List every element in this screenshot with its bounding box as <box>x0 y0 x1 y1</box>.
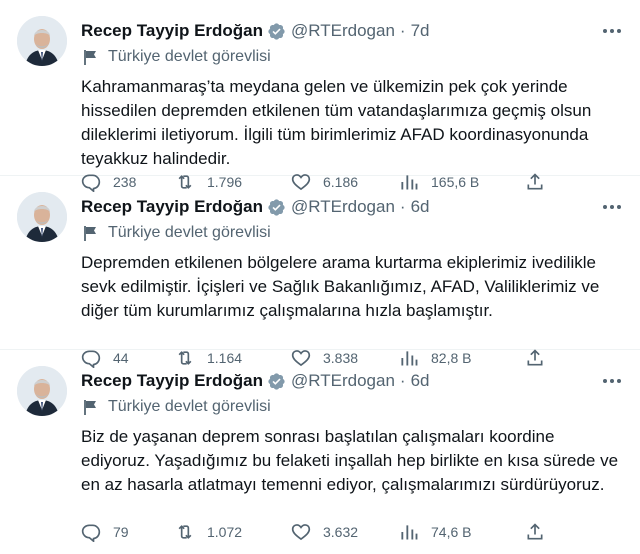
view-count: 74,6 B <box>431 524 472 540</box>
tweet[interactable]: Recep Tayyip Erdoğan @RTErdogan · 7d Tür… <box>0 0 640 192</box>
author-handle[interactable]: @RTErdogan <box>291 370 395 392</box>
share-icon <box>527 523 543 540</box>
views-button[interactable]: 74,6 B <box>399 522 525 542</box>
retweet-icon <box>178 525 192 539</box>
tweet-text: Depremden etkilenen bölgelere arama kurt… <box>81 253 600 320</box>
more-options-button[interactable] <box>600 198 624 216</box>
tweet-time[interactable]: 6d <box>411 196 430 218</box>
avatar[interactable] <box>17 366 67 416</box>
tweet-text: Kahramanmaraş’ta meydana gelen ve ülkemi… <box>81 77 592 168</box>
flag-icon <box>84 400 96 415</box>
like-count: 3.632 <box>323 524 359 540</box>
dot-separator: · <box>399 197 406 216</box>
share-button[interactable] <box>525 522 545 542</box>
affiliation-label-text: Türkiye devlet görevlisi <box>108 224 271 241</box>
more-options-button[interactable] <box>600 372 624 390</box>
affiliation-label[interactable]: Türkiye devlet görevlisi <box>81 224 271 242</box>
author-name[interactable]: Recep Tayyip Erdoğan <box>81 196 263 218</box>
affiliation-label-text: Türkiye devlet görevlisi <box>108 398 271 415</box>
like-icon <box>291 524 311 541</box>
more-icon <box>603 205 621 209</box>
tweet-header: Recep Tayyip Erdoğan @RTErdogan · 6d <box>81 196 430 218</box>
tweet[interactable]: Recep Tayyip Erdoğan @RTErdogan · 6d Tür… <box>0 176 640 368</box>
avatar[interactable] <box>17 192 67 242</box>
affiliation-label[interactable]: Türkiye devlet görevlisi <box>81 398 271 416</box>
avatar[interactable] <box>17 16 67 66</box>
author-handle[interactable]: @RTErdogan <box>291 20 395 42</box>
tweet-actions: 79 1.072 3.632 74,6 B <box>81 522 551 542</box>
author-name[interactable]: Recep Tayyip Erdoğan <box>81 20 263 42</box>
affiliation-label-text: Türkiye devlet görevlisi <box>108 48 271 65</box>
reply-button[interactable]: 79 <box>81 522 175 542</box>
reply-count: 79 <box>113 524 129 540</box>
dot-separator: · <box>399 371 406 390</box>
author-handle[interactable]: @RTErdogan <box>291 196 395 218</box>
tweet-header: Recep Tayyip Erdoğan @RTErdogan · 7d <box>81 20 430 42</box>
dot-separator: · <box>399 21 406 40</box>
affiliation-label[interactable]: Türkiye devlet görevlisi <box>81 48 271 66</box>
views-icon <box>401 525 418 540</box>
verified-badge-icon <box>268 22 285 40</box>
more-icon <box>603 29 621 33</box>
tweet-time[interactable]: 6d <box>411 370 430 392</box>
retweet-count: 1.072 <box>207 524 243 540</box>
verified-badge-icon <box>268 198 285 216</box>
retweet-button[interactable]: 1.072 <box>175 522 291 542</box>
tweet[interactable]: Recep Tayyip Erdoğan @RTErdogan · 6d Tür… <box>0 350 640 554</box>
more-options-button[interactable] <box>600 22 624 40</box>
verified-badge-icon <box>268 372 285 390</box>
tweet-feed: Recep Tayyip Erdoğan @RTErdogan · 7d Tür… <box>0 0 640 554</box>
like-button[interactable]: 3.632 <box>291 522 399 542</box>
flag-icon <box>84 226 96 241</box>
author-name[interactable]: Recep Tayyip Erdoğan <box>81 370 263 392</box>
reply-icon <box>81 524 101 542</box>
flag-icon <box>84 50 96 65</box>
tweet-text: Biz de yaşanan deprem sonrası başlatılan… <box>81 427 619 494</box>
more-icon <box>603 379 621 383</box>
tweet-header: Recep Tayyip Erdoğan @RTErdogan · 6d <box>81 370 430 392</box>
tweet-time[interactable]: 7d <box>411 20 430 42</box>
